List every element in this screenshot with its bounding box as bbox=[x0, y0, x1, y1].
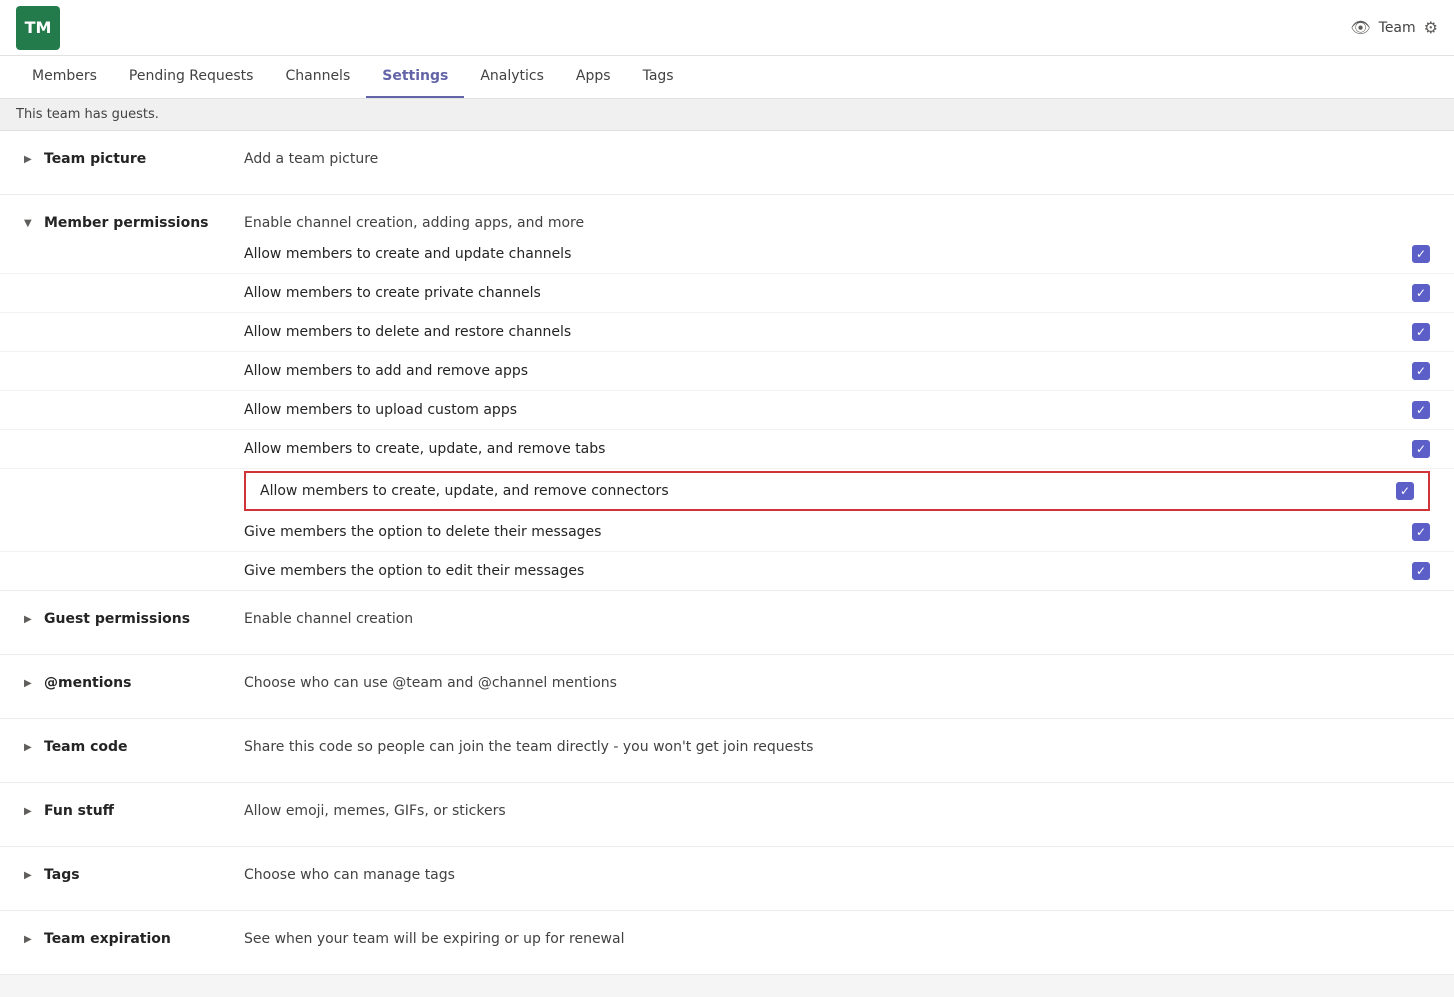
perm-label-6: Allow members to create, update, and rem… bbox=[244, 441, 1412, 457]
arrow-right-icon-expiration: ▶ bbox=[24, 934, 36, 945]
section-mentions: ▶ @mentions Choose who can use @team and… bbox=[0, 655, 1454, 719]
check-icon-8: ✓ bbox=[1416, 525, 1426, 539]
guest-permissions-description: Enable channel creation bbox=[244, 611, 1430, 627]
perm-row-6: Allow members to create, update, and rem… bbox=[0, 430, 1454, 469]
tags-title: Tags bbox=[44, 867, 80, 883]
check-icon-1: ✓ bbox=[1416, 247, 1426, 261]
tags-toggle[interactable]: ▶ Tags bbox=[24, 867, 244, 883]
fun-stuff-title: Fun stuff bbox=[44, 803, 114, 819]
perm-row-7: Allow members to create, update, and rem… bbox=[244, 471, 1430, 511]
nav-tabs: Members Pending Requests Channels Settin… bbox=[0, 56, 1454, 99]
perm-checkbox-3[interactable]: ✓ bbox=[1412, 323, 1430, 341]
check-icon-4: ✓ bbox=[1416, 364, 1426, 378]
section-tags: ▶ Tags Choose who can manage tags bbox=[0, 847, 1454, 911]
guest-permissions-toggle[interactable]: ▶ Guest permissions bbox=[24, 611, 244, 627]
team-code-description: Share this code so people can join the t… bbox=[244, 739, 1430, 755]
arrow-right-icon-mentions: ▶ bbox=[24, 678, 36, 689]
member-permissions-toggle[interactable]: ▼ Member permissions bbox=[24, 215, 244, 231]
tab-settings[interactable]: Settings bbox=[366, 56, 464, 98]
notice-bar: This team has guests. bbox=[0, 99, 1454, 131]
settings-icon[interactable]: ⚙ bbox=[1424, 18, 1438, 37]
check-icon-6: ✓ bbox=[1416, 442, 1426, 456]
perm-row-9: Give members the option to edit their me… bbox=[0, 552, 1454, 591]
perm-checkbox-6[interactable]: ✓ bbox=[1412, 440, 1430, 458]
perm-checkbox-2[interactable]: ✓ bbox=[1412, 284, 1430, 302]
perm-checkbox-4[interactable]: ✓ bbox=[1412, 362, 1430, 380]
eye-icon: 👁 bbox=[1350, 18, 1370, 37]
avatar[interactable]: TM bbox=[16, 6, 60, 50]
check-icon-7: ✓ bbox=[1400, 484, 1410, 498]
perm-checkbox-8[interactable]: ✓ bbox=[1412, 523, 1430, 541]
perm-label-3: Allow members to delete and restore chan… bbox=[244, 324, 1412, 340]
check-icon-2: ✓ bbox=[1416, 286, 1426, 300]
arrow-right-icon: ▶ bbox=[24, 154, 36, 165]
perm-checkbox-5[interactable]: ✓ bbox=[1412, 401, 1430, 419]
section-fun-stuff: ▶ Fun stuff Allow emoji, memes, GIFs, or… bbox=[0, 783, 1454, 847]
check-icon-3: ✓ bbox=[1416, 325, 1426, 339]
guest-permissions-title: Guest permissions bbox=[44, 611, 190, 627]
app-header: TM 👁 Team ⚙ bbox=[0, 0, 1454, 56]
fun-stuff-description: Allow emoji, memes, GIFs, or stickers bbox=[244, 803, 1430, 819]
perm-label-8: Give members the option to delete their … bbox=[244, 524, 1412, 540]
mentions-description: Choose who can use @team and @channel me… bbox=[244, 675, 1430, 691]
perm-row-4: Allow members to add and remove apps ✓ bbox=[0, 352, 1454, 391]
main-content: ▶ Team picture Add a team picture ▼ Memb… bbox=[0, 131, 1454, 975]
perm-label-7: Allow members to create, update, and rem… bbox=[260, 483, 1396, 499]
tab-apps[interactable]: Apps bbox=[560, 56, 627, 98]
member-permissions-description: Enable channel creation, adding apps, an… bbox=[244, 215, 1430, 231]
check-icon-5: ✓ bbox=[1416, 403, 1426, 417]
perm-checkbox-9[interactable]: ✓ bbox=[1412, 562, 1430, 580]
team-expiration-description: See when your team will be expiring or u… bbox=[244, 931, 1430, 947]
team-picture-description: Add a team picture bbox=[244, 151, 1430, 167]
perm-row-8: Give members the option to delete their … bbox=[0, 513, 1454, 552]
header-right: 👁 Team ⚙ bbox=[1350, 18, 1438, 37]
perm-label-5: Allow members to upload custom apps bbox=[244, 402, 1412, 418]
team-expiration-toggle[interactable]: ▶ Team expiration bbox=[24, 931, 244, 947]
team-expiration-title: Team expiration bbox=[44, 931, 171, 947]
tab-members[interactable]: Members bbox=[16, 56, 113, 98]
team-picture-title: Team picture bbox=[44, 151, 146, 167]
perm-label-9: Give members the option to edit their me… bbox=[244, 563, 1412, 579]
mentions-toggle[interactable]: ▶ @mentions bbox=[24, 675, 244, 691]
section-team-picture: ▶ Team picture Add a team picture bbox=[0, 131, 1454, 195]
section-member-permissions-header: ▼ Member permissions Enable channel crea… bbox=[0, 195, 1454, 235]
tab-analytics[interactable]: Analytics bbox=[464, 56, 560, 98]
perm-row-1: Allow members to create and update chann… bbox=[0, 235, 1454, 274]
arrow-right-icon-funstuff: ▶ bbox=[24, 806, 36, 817]
perm-checkbox-7[interactable]: ✓ bbox=[1396, 482, 1414, 500]
section-team-code: ▶ Team code Share this code so people ca… bbox=[0, 719, 1454, 783]
arrow-right-icon-teamcode: ▶ bbox=[24, 742, 36, 753]
perm-row-2: Allow members to create private channels… bbox=[0, 274, 1454, 313]
section-team-expiration: ▶ Team expiration See when your team wil… bbox=[0, 911, 1454, 975]
team-code-toggle[interactable]: ▶ Team code bbox=[24, 739, 244, 755]
team-label: Team bbox=[1379, 20, 1416, 36]
perm-label-1: Allow members to create and update chann… bbox=[244, 246, 1412, 262]
tab-pending-requests[interactable]: Pending Requests bbox=[113, 56, 270, 98]
arrow-down-icon: ▼ bbox=[24, 218, 36, 229]
section-guest-permissions: ▶ Guest permissions Enable channel creat… bbox=[0, 591, 1454, 655]
mentions-title: @mentions bbox=[44, 675, 131, 691]
tags-description: Choose who can manage tags bbox=[244, 867, 1430, 883]
tab-tags[interactable]: Tags bbox=[627, 56, 690, 98]
member-permissions-title: Member permissions bbox=[44, 215, 209, 231]
tab-channels[interactable]: Channels bbox=[269, 56, 366, 98]
perm-label-4: Allow members to add and remove apps bbox=[244, 363, 1412, 379]
perm-row-5: Allow members to upload custom apps ✓ bbox=[0, 391, 1454, 430]
fun-stuff-toggle[interactable]: ▶ Fun stuff bbox=[24, 803, 244, 819]
perm-row-3: Allow members to delete and restore chan… bbox=[0, 313, 1454, 352]
notice-text: This team has guests. bbox=[16, 107, 159, 122]
perm-label-2: Allow members to create private channels bbox=[244, 285, 1412, 301]
arrow-right-icon-guest: ▶ bbox=[24, 614, 36, 625]
arrow-right-icon-tags: ▶ bbox=[24, 870, 36, 881]
member-permissions-subitems: Allow members to create and update chann… bbox=[0, 235, 1454, 591]
team-code-title: Team code bbox=[44, 739, 128, 755]
perm-checkbox-1[interactable]: ✓ bbox=[1412, 245, 1430, 263]
check-icon-9: ✓ bbox=[1416, 564, 1426, 578]
team-picture-toggle[interactable]: ▶ Team picture bbox=[24, 151, 244, 167]
